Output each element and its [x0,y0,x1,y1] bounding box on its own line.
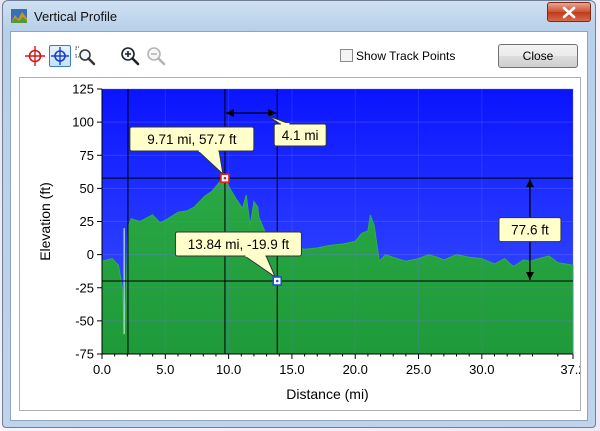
x-tick-label: 5.0 [156,362,174,377]
chart-frame: 125 100 75 50 25 0 -25 -50 -75 0.0 5.0 10.0 15.0 20.0… [19,77,586,411]
distance-delta-label: 4.1 mi [282,128,319,143]
red-marker-callout-text: 9.71 mi, 57.7 ft [147,132,237,147]
show-track-points-checkbox[interactable] [340,49,353,62]
close-icon [562,6,576,19]
red-crosshair-icon [25,46,45,66]
elevation-chart[interactable]: 125 100 75 50 25 0 -25 -50 -750.0 5.0 10.0 15.0 20.0… [20,78,586,410]
dialog-client-area: Show Track Points Close 125 100 75 50 25 0 -25… [10,31,588,421]
y-axis-title: Elevation (ft) [37,182,53,261]
x-tick-label: 37.2 [560,362,580,377]
app-icon [11,9,27,23]
close-button[interactable]: Close [498,44,578,68]
window-close-button[interactable] [547,2,591,22]
red-crosshair-tool[interactable] [24,45,46,67]
blue-marker-callout-text: 13.84 mi, -19.9 ft [188,237,290,252]
x-tick-label: 30.0 [469,362,494,377]
red-marker-callout-seam [198,149,219,152]
x-axis-title: Distance (mi) [286,386,368,402]
window-title: Vertical Profile [34,9,118,24]
zoom-window-icon [75,46,96,66]
zoom-out-tool[interactable] [145,45,167,67]
zoom-out-icon [147,47,166,66]
elevation-delta-label: 77.6 ft [511,223,549,238]
x-tick-label: 20.0 [343,362,368,377]
elevation-delta-callout: 77.6 ft [498,217,562,243]
y-tick-label: 125 [72,82,94,97]
y-tick-label: 25 [80,214,94,229]
vertical-profile-window: Vertical Profile Show Track Points Close… [2,0,596,428]
y-tick-label: 75 [80,148,94,163]
y-tick-label: 0 [87,247,94,262]
x-tick-label: 0.0 [93,362,111,377]
blue-marker-callout-seam [245,254,266,257]
red-marker-dot [223,176,227,180]
y-tick-label: 100 [72,115,94,130]
zoom-in-tool[interactable] [119,45,141,67]
y-tick-label: -25 [75,280,94,295]
distance-callout-seam [280,123,290,126]
x-tick-label: 25.0 [406,362,431,377]
title-bar[interactable]: Vertical Profile [3,1,595,31]
zoom-in-icon [121,47,140,66]
y-tick-label: 50 [80,181,94,196]
y-tick-label: -75 [75,347,94,362]
show-track-points-label[interactable]: Show Track Points [356,49,455,63]
zoom-window-tool[interactable] [74,45,96,67]
blue-crosshair-tool[interactable] [49,45,71,67]
x-tick-label: 10.0 [216,362,241,377]
x-tick-label: 15.0 [279,362,304,377]
y-tick-label: -50 [75,313,94,328]
blue-crosshair-icon [51,47,69,65]
blue-marker-dot [275,279,279,283]
